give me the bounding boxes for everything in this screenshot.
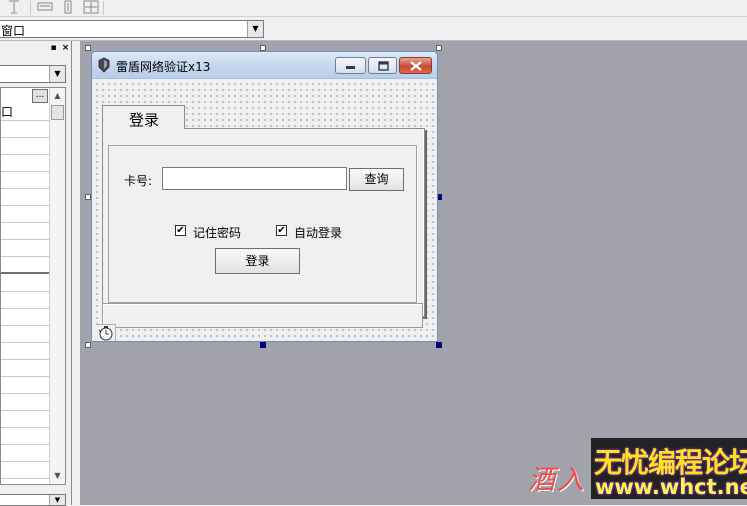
property-row[interactable]: 口 [1,104,49,121]
resize-handle[interactable] [85,45,91,51]
resize-handle[interactable] [85,342,91,348]
window-combo[interactable]: 窗口 ▼ [0,20,264,38]
tab-login[interactable]: 登录 [102,105,185,129]
property-row[interactable] [1,377,49,394]
same-height-icon[interactable] [58,0,78,15]
form-client-area: 登录 卡号: 查询 ✔ 记住密码 ✔ 自动登录 登录 [92,79,437,341]
property-row[interactable] [1,326,49,343]
tab-label: 登录 [129,111,160,129]
property-row[interactable] [1,172,49,189]
object-combo[interactable]: ▼ [0,65,66,83]
login-button[interactable]: 登录 [215,248,300,274]
layout-toolbar [0,0,747,17]
align-top-icon[interactable] [4,0,24,15]
property-scrollbar[interactable]: ▲ ▼ [49,88,65,484]
resize-handle[interactable] [260,342,266,348]
close-icon[interactable]: × [60,43,71,54]
minimize-button[interactable] [335,57,366,74]
property-row[interactable] [1,257,49,274]
property-row[interactable] [1,223,49,240]
same-size-icon[interactable] [81,0,101,15]
minimize-icon [346,66,355,69]
event-combo[interactable]: ▼ [0,494,66,506]
remember-password-label: 记住密码 [193,226,242,240]
property-row[interactable] [1,189,49,206]
pin-icon[interactable]: ▪ [48,43,59,54]
property-row[interactable] [1,275,49,292]
maximize-button[interactable] [368,57,397,74]
property-grid: ... 口 ▲ ▼ [0,87,66,485]
maximize-icon [378,61,389,71]
property-row[interactable] [1,292,49,309]
property-row[interactable] [1,121,49,138]
auto-login-label: 自动登录 [294,226,343,240]
same-width-icon[interactable] [35,0,55,15]
checkmark-icon[interactable]: ✔ [276,225,287,236]
toolbar-separator [103,1,104,15]
resize-handle[interactable] [436,45,442,51]
property-row[interactable] [1,343,49,360]
property-row[interactable] [1,206,49,223]
watermark-logo-box: 无忧编程论坛 www.whct.net [591,438,747,499]
chevron-down-icon[interactable]: ▼ [49,495,65,505]
forum-watermark: 酒入 无忧编程论坛 www.whct.net [528,438,747,505]
property-row[interactable] [1,462,49,479]
checkmark-icon[interactable]: ✔ [175,225,186,236]
property-row[interactable] [1,155,49,172]
form-window[interactable]: 雷盾网络验证x13 登录 卡号: 查询 ✔ 记住密码 ✔ 自动登录 登录 [91,51,438,342]
property-row[interactable] [1,360,49,377]
window-combo-value: 窗口 [1,24,26,38]
property-row[interactable] [1,428,49,445]
scroll-down-icon[interactable]: ▼ [50,468,65,484]
ellipsis-button[interactable]: ... [32,89,48,103]
tab-page [102,128,425,317]
property-panel: ▪ × ▼ ... 口 ▲ ▼ ▼ [0,41,72,506]
chevron-down-icon[interactable]: ▼ [247,21,263,37]
shield-app-icon [97,57,111,73]
property-value: 口 [1,105,14,119]
card-number-label: 卡号: [124,174,153,188]
watermark-url: www.whct.net [595,475,747,499]
property-row[interactable] [1,445,49,462]
title-bar[interactable]: 雷盾网络验证x13 [92,52,437,79]
card-number-input[interactable] [162,167,347,190]
status-bar [102,303,423,328]
property-row[interactable] [1,138,49,155]
scroll-up-icon[interactable]: ▲ [50,88,65,104]
property-row[interactable] [1,394,49,411]
timer-component-icon[interactable] [96,324,116,341]
chevron-down-icon[interactable]: ▼ [49,66,65,82]
toolbar-separator [30,1,31,15]
scroll-thumb[interactable] [51,105,64,120]
resize-handle[interactable] [436,342,442,348]
query-button[interactable]: 查询 [349,168,404,191]
combo-row: 窗口 ▼ [0,17,747,41]
panel-header: ▪ × [0,43,72,57]
close-icon [410,61,422,71]
property-row[interactable] [1,411,49,428]
property-row[interactable] [1,240,49,257]
close-button[interactable] [399,57,432,74]
property-row[interactable] [1,309,49,326]
tab-control: 登录 [102,105,425,317]
watermark-script-text: 酒入 [528,465,586,496]
window-title: 雷盾网络验证x13 [116,60,211,74]
